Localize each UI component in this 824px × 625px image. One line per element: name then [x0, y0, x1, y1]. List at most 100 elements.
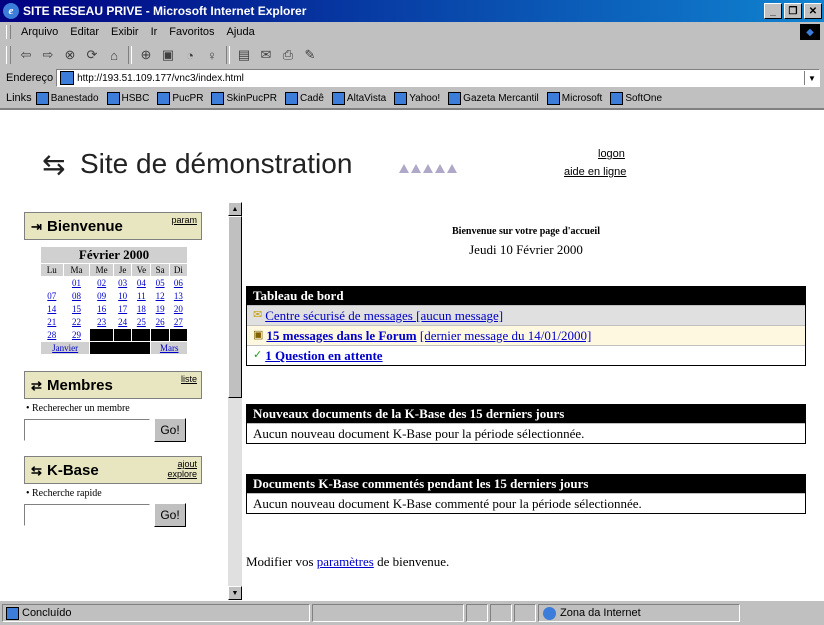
calendar-prev-link[interactable]: Janvier — [39, 341, 91, 355]
address-input[interactable]: http://193.51.109.177/vnc3/index.html — [77, 73, 804, 84]
calendar-day[interactable]: 06 — [168, 276, 189, 290]
link-altavista[interactable]: AltaVista — [331, 91, 386, 105]
kbase-search-input[interactable] — [24, 504, 150, 526]
calendar-day[interactable]: 26 — [150, 315, 170, 329]
menu-favoritos[interactable]: Favoritos — [169, 26, 214, 38]
history-icon[interactable]: ◔ — [181, 46, 199, 64]
address-field[interactable]: http://193.51.109.177/vnc3/index.html ▼ — [56, 69, 820, 87]
calendar-day[interactable]: 28 — [40, 328, 64, 342]
calendar-empty — [168, 328, 189, 342]
link-softone[interactable]: SoftOne — [610, 91, 662, 105]
link-yahoo[interactable]: Yahoo! — [394, 91, 440, 105]
calendar-day[interactable]: 02 — [89, 276, 115, 290]
close-button[interactable]: ✕ — [804, 3, 822, 19]
calendar-day[interactable]: 11 — [131, 289, 152, 303]
scroll-up-icon[interactable]: ▲ — [228, 202, 242, 216]
calendar-day[interactable]: 20 — [168, 302, 189, 316]
calendar-day[interactable]: 22 — [62, 315, 91, 329]
question-link[interactable]: 1 Question en attente — [265, 346, 382, 365]
calendar-day[interactable]: 18 — [131, 302, 152, 316]
main-content: Bienvenue sur votre page d'accueil Jeudi… — [246, 202, 824, 600]
param-link[interactable]: param — [171, 215, 197, 225]
calendar-day[interactable]: 01 — [62, 276, 91, 290]
link-hsbc[interactable]: HSBC — [106, 91, 149, 105]
scroll-down-icon[interactable]: ▼ — [228, 586, 242, 600]
bienvenue-icon: ⇥ — [31, 219, 42, 234]
settings-link[interactable]: paramètres — [317, 554, 374, 569]
membres-go-button[interactable]: Go! — [154, 418, 186, 442]
link-gazeta[interactable]: Gazeta Mercantil — [448, 91, 539, 105]
windows-logo-icon: ◆ — [800, 24, 820, 40]
back-icon[interactable]: ⇦ — [17, 46, 35, 64]
favorites-icon[interactable]: ▣ — [159, 46, 177, 64]
search-icon[interactable]: ⊕ — [137, 46, 155, 64]
calendar-day[interactable]: 16 — [89, 302, 115, 316]
calendar-day[interactable]: 19 — [150, 302, 170, 316]
page-icon — [157, 91, 171, 105]
liste-link[interactable]: liste — [181, 374, 197, 384]
minimize-button[interactable]: _ — [764, 3, 782, 19]
calendar-day[interactable]: 13 — [168, 289, 189, 303]
calendar-day[interactable]: 27 — [168, 315, 189, 329]
menu-exibir[interactable]: Exibir — [111, 26, 139, 38]
calendar-day[interactable]: 15 — [62, 302, 91, 316]
menu-arquivo[interactable]: Arquivo — [21, 26, 58, 38]
new-docs-text: Aucun nouveau document K-Base pour la pé… — [247, 423, 805, 443]
link-pucpr[interactable]: PucPR — [157, 91, 203, 105]
scroll-thumb[interactable] — [228, 216, 242, 398]
calendar-day[interactable]: 12 — [150, 289, 170, 303]
forum-link[interactable]: 15 messages dans le Forum — [266, 326, 416, 345]
link-banestado[interactable]: Banestado — [35, 91, 99, 105]
home-icon[interactable]: ⌂ — [105, 46, 123, 64]
membres-search-input[interactable] — [24, 419, 150, 441]
ajout-link[interactable]: ajout — [177, 459, 197, 469]
link-cade[interactable]: Cadê — [285, 91, 324, 105]
kbase-go-button[interactable]: Go! — [154, 503, 186, 527]
status-pane — [312, 604, 464, 622]
calendar-day[interactable]: 04 — [131, 276, 152, 290]
calendar-day[interactable]: 25 — [131, 315, 152, 329]
calendar-title: Février 2000 — [40, 246, 188, 264]
menu-editar[interactable]: Editar — [70, 26, 99, 38]
chevron-down-icon[interactable]: ▼ — [804, 71, 819, 85]
calendar-day[interactable]: 10 — [113, 289, 133, 303]
stop-icon[interactable]: ⊗ — [61, 46, 79, 64]
calendar-day[interactable]: 14 — [40, 302, 64, 316]
membres-icon: ⇄ — [31, 378, 42, 393]
sidebar-scrollbar[interactable]: ▲ ▼ — [228, 202, 242, 600]
logon-link[interactable]: logon — [598, 148, 625, 160]
maximize-button[interactable]: ❐ — [784, 3, 802, 19]
help-link[interactable]: aide en ligne — [564, 166, 626, 178]
fullscreen-icon[interactable]: ▤ — [235, 46, 253, 64]
calendar-day[interactable] — [40, 276, 64, 290]
calendar-day[interactable]: 17 — [113, 302, 133, 316]
refresh-icon[interactable]: ⟳ — [83, 46, 101, 64]
calendar-day[interactable]: 29 — [62, 328, 91, 342]
calendar-day[interactable]: 21 — [40, 315, 64, 329]
edit-icon[interactable]: ✎ — [301, 46, 319, 64]
explore-link[interactable]: explore — [167, 469, 197, 479]
link-microsoft[interactable]: Microsoft — [546, 91, 602, 105]
calendar-day[interactable]: 05 — [150, 276, 170, 290]
channels-icon[interactable]: ♀ — [203, 46, 221, 64]
calendar-day[interactable]: 24 — [113, 315, 133, 329]
calendar-day[interactable]: 08 — [62, 289, 91, 303]
forward-icon[interactable]: ⇨ — [39, 46, 57, 64]
calendar-next-link[interactable]: Mars — [150, 341, 188, 355]
link-skinpucpr[interactable]: SkinPucPR — [211, 91, 277, 105]
calendar-day[interactable]: 07 — [40, 289, 64, 303]
links-bar: Links Banestado HSBC PucPR SkinPucPR Cad… — [0, 88, 824, 109]
menu-ir[interactable]: Ir — [151, 26, 158, 38]
membres-search-row: Go! — [24, 418, 228, 442]
calendar-dow: Lu — [40, 263, 64, 277]
calendar-dow: Ma — [62, 263, 91, 277]
menu-ajuda[interactable]: Ajuda — [227, 26, 255, 38]
messages-link[interactable]: Centre sécurisé de messages [aucun messa… — [265, 306, 503, 325]
calendar-dow: Je — [113, 263, 133, 277]
mail-icon[interactable]: ✉ — [257, 46, 275, 64]
calendar-day[interactable]: 03 — [113, 276, 133, 290]
print-icon[interactable]: ⎙ — [279, 46, 297, 64]
calendar-day[interactable]: 23 — [89, 315, 115, 329]
forum-last-link[interactable]: [dernier message du 14/01/2000] — [420, 326, 591, 345]
calendar-day[interactable]: 09 — [89, 289, 115, 303]
